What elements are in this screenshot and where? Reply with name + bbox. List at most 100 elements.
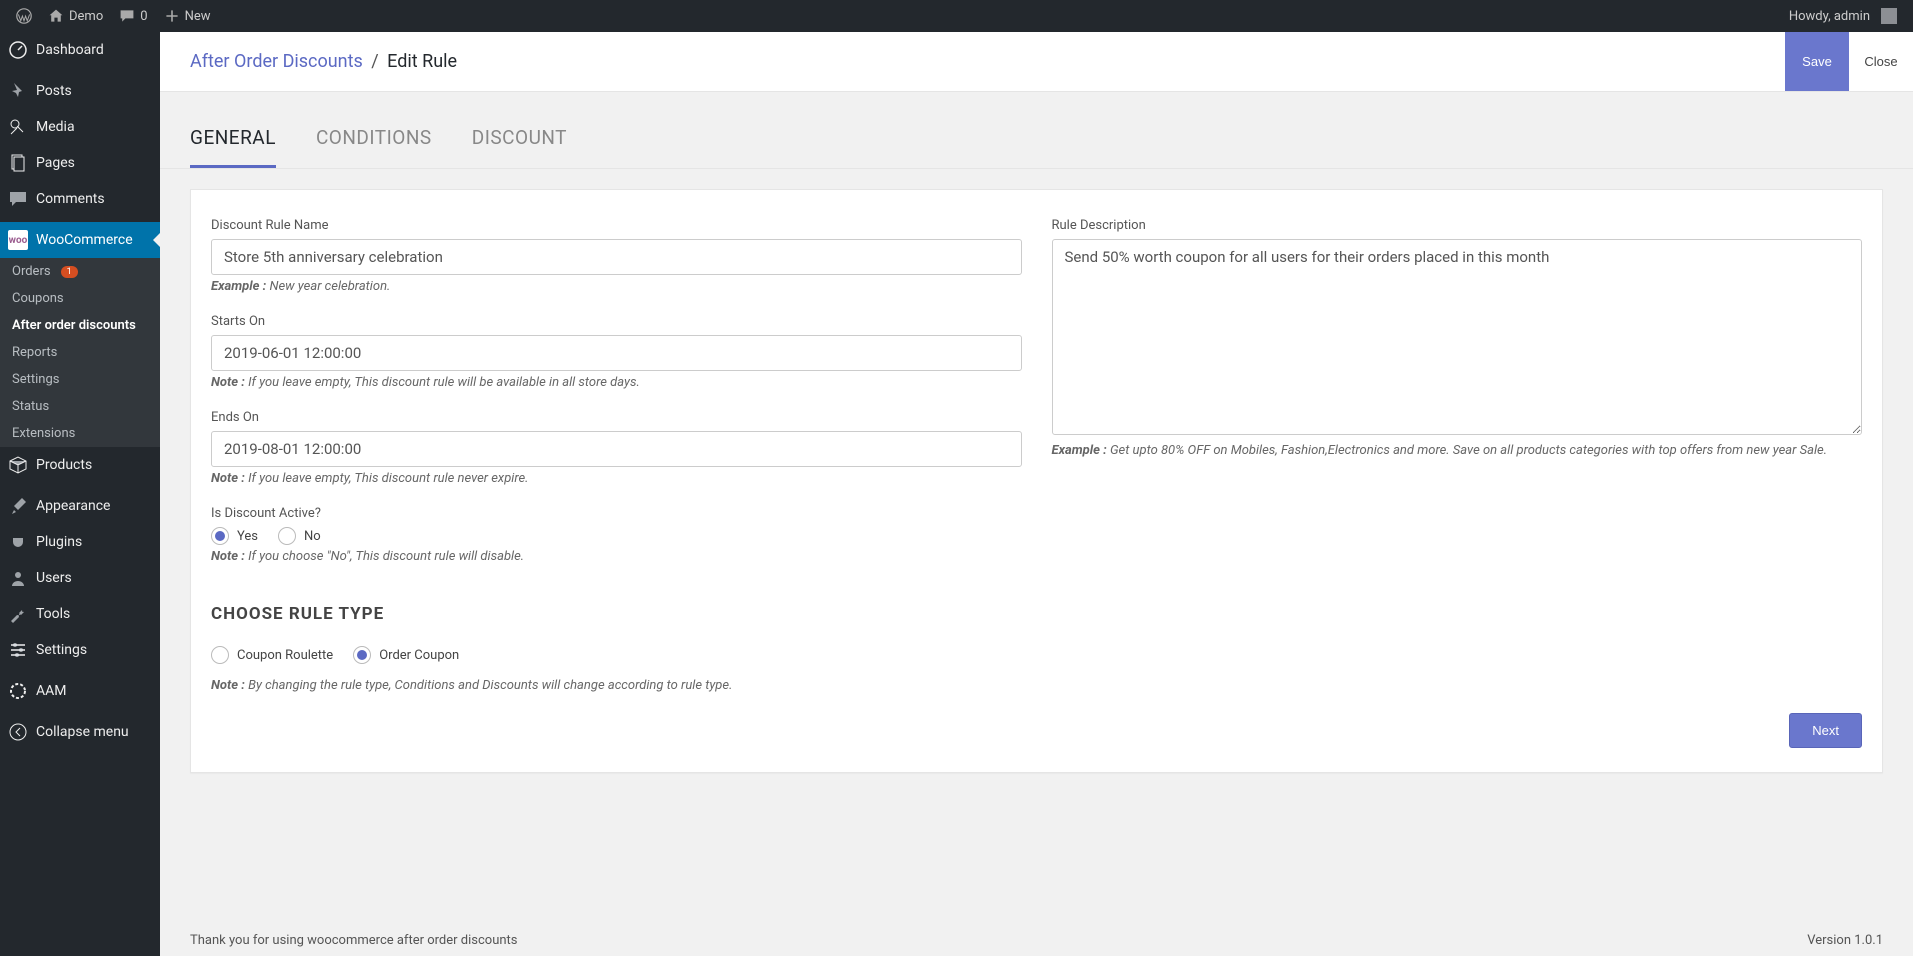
submenu-reports[interactable]: Reports [0, 339, 160, 366]
page-header: After Order Discounts / Edit Rule Save C… [160, 32, 1913, 92]
submenu-label: Reports [12, 345, 57, 360]
comment-icon [8, 189, 28, 209]
breadcrumb-current: Edit Rule [387, 51, 457, 72]
howdy-text: Howdy, admin [1789, 9, 1870, 24]
sidebar-item-label: Collapse menu [36, 724, 129, 740]
submenu-status[interactable]: Status [0, 393, 160, 420]
starts-on-input[interactable] [211, 335, 1022, 371]
tab-conditions[interactable]: CONDITIONS [316, 112, 432, 168]
sidebar-item-collapse[interactable]: Collapse menu [0, 714, 160, 750]
radio-label: Yes [237, 529, 258, 544]
sidebar-item-label: Settings [36, 642, 87, 658]
tab-general[interactable]: GENERAL [190, 112, 276, 168]
ends-on-group: Ends On Note : If you leave empty, This … [211, 410, 1022, 486]
sidebar-item-dashboard[interactable]: Dashboard [0, 32, 160, 68]
starts-on-group: Starts On Note : If you leave empty, Thi… [211, 314, 1022, 390]
sidebar-item-label: Products [36, 457, 92, 473]
description-textarea[interactable] [1052, 239, 1863, 435]
sidebar-item-label: Pages [36, 155, 75, 171]
radio-icon [278, 527, 296, 545]
submenu-extensions[interactable]: Extensions [0, 420, 160, 447]
rule-type-order-coupon[interactable]: Order Coupon [353, 646, 459, 664]
description-label: Rule Description [1052, 218, 1863, 233]
user-icon [8, 568, 28, 588]
site-name[interactable]: Demo [40, 0, 111, 32]
page-footer: Thank you for using woocommerce after or… [190, 933, 1883, 948]
submenu-settings[interactable]: Settings [0, 366, 160, 393]
main-content: After Order Discounts / Edit Rule Save C… [160, 32, 1913, 956]
sidebar-item-label: Plugins [36, 534, 82, 550]
sidebar-item-woocommerce[interactable]: woo WooCommerce [0, 222, 160, 258]
adminbar: Demo 0 New Howdy, admin [0, 0, 1913, 32]
sidebar-item-aam[interactable]: AAM [0, 673, 160, 709]
submenu-label: Settings [12, 372, 59, 387]
comments-count: 0 [140, 9, 147, 24]
sidebar-item-comments[interactable]: Comments [0, 181, 160, 217]
sidebar-item-pages[interactable]: Pages [0, 145, 160, 181]
submenu-label: Orders [12, 264, 51, 279]
wp-logo[interactable] [8, 0, 40, 32]
tab-discount[interactable]: DISCOUNT [472, 112, 567, 168]
rule-name-input[interactable] [211, 239, 1022, 275]
sidebar-item-tools[interactable]: Tools [0, 596, 160, 632]
orders-badge: 1 [61, 266, 78, 278]
sidebar-item-settings[interactable]: Settings [0, 632, 160, 668]
rule-type-group: Coupon Roulette Order Coupon Note : By c… [211, 646, 1862, 693]
home-icon [48, 8, 64, 24]
shield-icon [8, 681, 28, 701]
admin-sidebar: Dashboard Posts Media Pages Comments woo… [0, 32, 160, 956]
woo-submenu: Orders 1 Coupons After order discounts R… [0, 258, 160, 447]
new-content[interactable]: New [156, 0, 219, 32]
sidebar-item-label: Posts [36, 83, 72, 99]
breadcrumb-separator: / [371, 51, 378, 72]
submenu-label: After order discounts [12, 318, 136, 333]
is-active-label: Is Discount Active? [211, 506, 1022, 521]
sidebar-item-media[interactable]: Media [0, 109, 160, 145]
comments-link[interactable]: 0 [111, 0, 155, 32]
header-actions: Save Close [1785, 32, 1913, 91]
my-account[interactable]: Howdy, admin [1781, 0, 1905, 32]
breadcrumb: After Order Discounts / Edit Rule [190, 51, 457, 72]
sidebar-item-users[interactable]: Users [0, 560, 160, 596]
rule-name-label: Discount Rule Name [211, 218, 1022, 233]
submenu-orders[interactable]: Orders 1 [0, 258, 160, 285]
rule-name-hint: Example : New year celebration. [211, 279, 1022, 294]
plug-icon [8, 532, 28, 552]
radio-icon [353, 646, 371, 664]
sidebar-item-label: Tools [36, 606, 70, 622]
sidebar-item-posts[interactable]: Posts [0, 73, 160, 109]
sidebar-item-products[interactable]: Products [0, 447, 160, 483]
rule-name-group: Discount Rule Name Example : New year ce… [211, 218, 1022, 294]
radio-icon [211, 646, 229, 664]
site-name-label: Demo [69, 9, 103, 24]
footer-thanks: Thank you for using woocommerce after or… [190, 933, 518, 948]
new-label: New [185, 9, 211, 24]
is-active-yes[interactable]: Yes [211, 527, 258, 545]
sidebar-item-label: WooCommerce [36, 232, 133, 248]
submenu-after-order-discounts[interactable]: After order discounts [0, 312, 160, 339]
breadcrumb-parent[interactable]: After Order Discounts [190, 51, 363, 72]
description-group: Rule Description Example : Get upto 80% … [1052, 218, 1863, 458]
comment-icon [119, 8, 135, 24]
radio-label: Coupon Roulette [237, 648, 333, 663]
sidebar-item-label: AAM [36, 683, 67, 699]
collapse-icon [8, 722, 28, 742]
sidebar-item-label: Dashboard [36, 42, 104, 58]
form-panel: Discount Rule Name Example : New year ce… [190, 189, 1883, 773]
is-active-hint: Note : If you choose "No", This discount… [211, 549, 1022, 564]
avatar [1881, 8, 1897, 24]
is-active-group: Is Discount Active? Yes No Note : If you… [211, 506, 1022, 564]
submenu-coupons[interactable]: Coupons [0, 285, 160, 312]
ends-on-input[interactable] [211, 431, 1022, 467]
next-button[interactable]: Next [1789, 713, 1862, 748]
sidebar-item-plugins[interactable]: Plugins [0, 524, 160, 560]
ends-on-hint: Note : If you leave empty, This discount… [211, 471, 1022, 486]
starts-on-hint: Note : If you leave empty, This discount… [211, 375, 1022, 390]
close-button[interactable]: Close [1849, 32, 1913, 91]
save-button[interactable]: Save [1785, 32, 1849, 91]
submenu-label: Status [12, 399, 49, 414]
is-active-no[interactable]: No [278, 527, 321, 545]
sidebar-item-label: Appearance [36, 498, 110, 514]
sidebar-item-appearance[interactable]: Appearance [0, 488, 160, 524]
rule-type-coupon-roulette[interactable]: Coupon Roulette [211, 646, 333, 664]
